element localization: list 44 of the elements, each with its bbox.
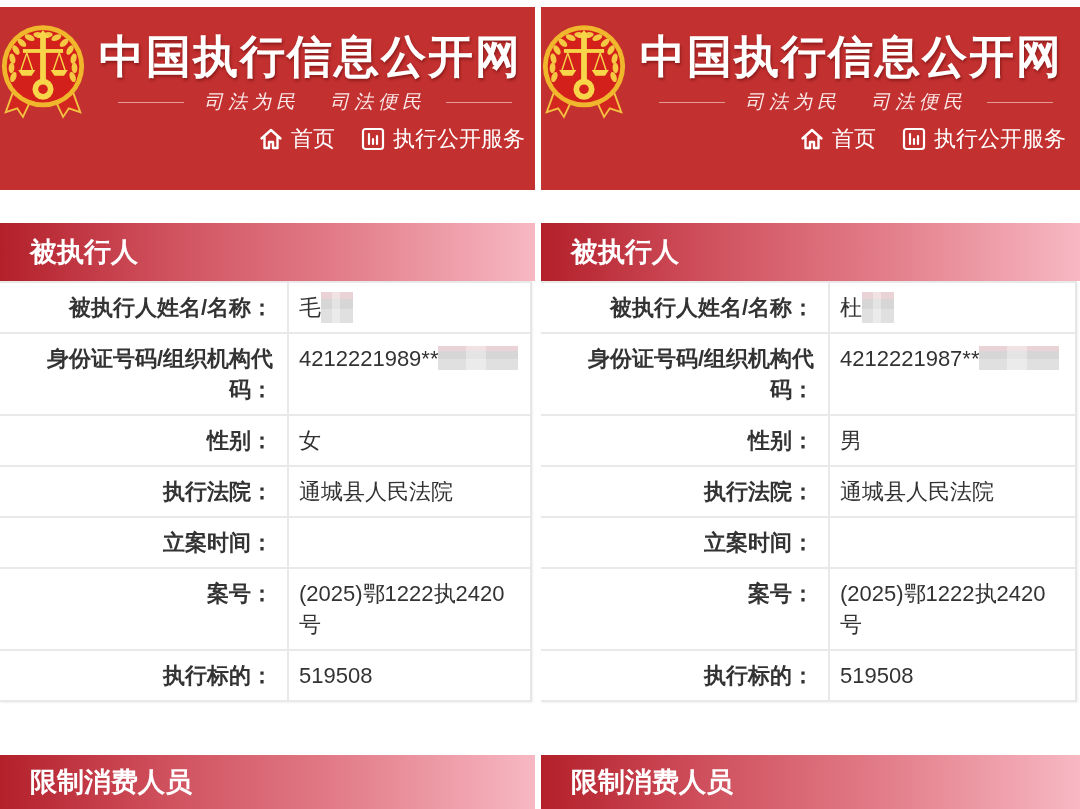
section-heading: 被执行人: [541, 223, 1080, 281]
field-label: 执行标的：: [704, 663, 814, 688]
field-value: (2025)鄂1222执2420号: [840, 580, 1047, 639]
field-label: 性别：: [207, 428, 273, 453]
section-heading: 被执行人: [0, 223, 535, 281]
nav-link[interactable]: 执行公开服务: [361, 125, 525, 153]
field-label: 性别：: [748, 428, 814, 453]
field-label: 身份证号码/组织机构代码：: [46, 346, 273, 402]
section-heading: 限制消费人员: [541, 755, 1080, 809]
field-label: 执行法院：: [163, 479, 273, 504]
field-label: 立案时间：: [704, 530, 814, 555]
site-title: 中国执行信息公开网: [99, 29, 523, 85]
field-label: 执行法院：: [704, 479, 814, 504]
slogan-text: 司法为民: [204, 90, 300, 114]
field-value: 毛: [299, 294, 321, 322]
home-icon: [800, 127, 824, 151]
field-value: 通城县人民法院: [840, 478, 994, 506]
field-value: 杜: [840, 294, 862, 322]
field-label: 执行标的：: [163, 663, 273, 688]
field-value: 4212221987**: [840, 345, 980, 373]
nav-link[interactable]: 执行公开服务: [902, 125, 1066, 153]
field-label: 身份证号码/组织机构代码：: [587, 346, 814, 402]
field-value: 519508: [299, 662, 373, 690]
field-label: 被执行人姓名/名称：: [609, 295, 814, 320]
slogan-text: 司法便民: [330, 90, 426, 114]
bar-chart-icon: [361, 127, 385, 151]
field-value: 519508: [840, 662, 914, 690]
field-label: 案号：: [207, 581, 273, 606]
section-heading: 限制消费人员: [0, 755, 535, 809]
nav-link[interactable]: 首页: [800, 125, 876, 153]
field-label: 案号：: [748, 581, 814, 606]
field-value: (2025)鄂1222执2420号: [299, 580, 506, 639]
home-icon: [259, 127, 283, 151]
nav-link[interactable]: 首页: [259, 125, 335, 153]
bar-chart-icon: [902, 127, 926, 151]
site-title: 中国执行信息公开网: [640, 29, 1064, 85]
field-label: 立案时间：: [163, 530, 273, 555]
field-value: 通城县人民法院: [299, 478, 453, 506]
field-value: 4212221989**: [299, 345, 439, 373]
slogan-text: 司法便民: [871, 90, 967, 114]
field-value: 男: [840, 427, 862, 455]
field-value: 女: [299, 427, 321, 455]
slogan-text: 司法为民: [745, 90, 841, 114]
field-label: 被执行人姓名/名称：: [68, 295, 273, 320]
